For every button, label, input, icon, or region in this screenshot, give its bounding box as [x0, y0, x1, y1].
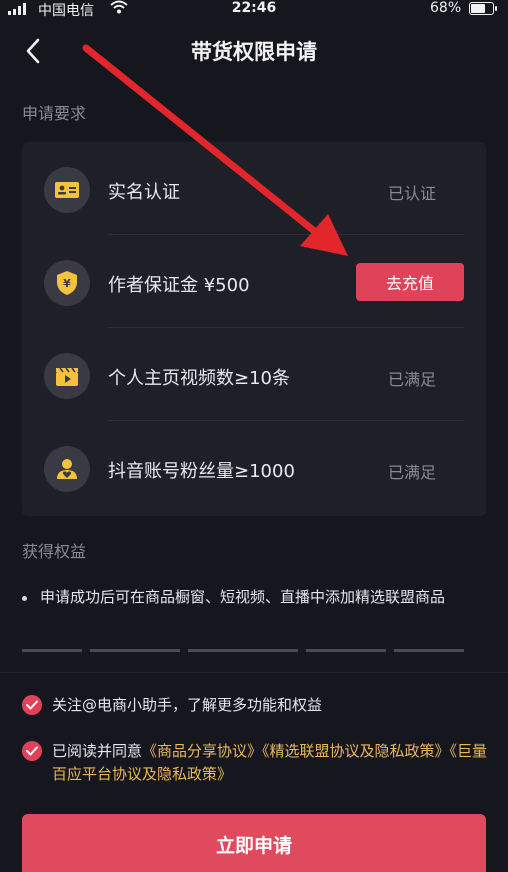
requirement-status: 已认证: [387, 184, 436, 203]
requirement-item-deposit: ¥ 作者保证金 ¥500 去充值: [22, 235, 486, 328]
requirement-status: 已满足: [387, 463, 436, 482]
requirement-item-videos: 个人主页视频数≥10条 已满足: [22, 328, 486, 421]
requirements-section-label: 申请要求: [22, 104, 87, 123]
fans-heart-icon: [44, 446, 90, 492]
requirement-status: 已满足: [387, 370, 436, 389]
id-card-icon: [44, 167, 90, 213]
page-title: 带货权限申请: [191, 40, 317, 64]
terms-agreement-row[interactable]: 已阅读并同意《商品分享协议》《精选联盟协议及隐私政策》《巨量百应平台协议及隐私政…: [22, 740, 492, 786]
recharge-button[interactable]: 去充值: [356, 263, 464, 301]
requirements-card: 实名认证 已认证 ¥ 作者保证金 ¥500 去充值 个人主页视频数≥10条 已满…: [22, 142, 486, 516]
follow-text: 关注@电商小助手，了解更多功能和权益: [52, 696, 323, 714]
benefits-section-label: 获得权益: [22, 542, 87, 561]
yuan-shield-icon: ¥: [44, 260, 90, 306]
apply-now-button[interactable]: 立即申请: [22, 814, 486, 872]
divider: [0, 672, 508, 673]
faded-text-line: [22, 640, 482, 658]
product-share-agreement-link[interactable]: 《商品分享协议》: [142, 742, 262, 760]
requirement-label: 作者保证金 ¥500: [108, 275, 250, 296]
video-clapper-icon: [44, 353, 90, 399]
nav-bar: 带货权限申请: [0, 26, 508, 76]
checkmark-icon[interactable]: [22, 695, 42, 715]
read-prefix: 已阅读并同意: [52, 742, 143, 760]
svg-text:¥: ¥: [63, 277, 71, 290]
requirement-label: 抖音账号粉丝量≥1000: [108, 461, 295, 482]
checkmark-icon[interactable]: [22, 741, 42, 761]
follow-agreement-row[interactable]: 关注@电商小助手，了解更多功能和权益: [22, 694, 492, 717]
benefit-item: 申请成功后可在商品橱窗、短视频、直播中添加精选联盟商品: [22, 586, 482, 609]
battery-icon: [469, 2, 497, 15]
requirement-label: 个人主页视频数≥10条: [108, 368, 290, 389]
battery-percentage: 68%: [430, 0, 462, 16]
requirement-item-fans: 抖音账号粉丝量≥1000 已满足: [22, 421, 486, 514]
status-bar: 中国电信 22:46 68%: [0, 0, 508, 19]
requirement-item-real-name: 实名认证 已认证: [22, 142, 486, 235]
requirement-label: 实名认证: [108, 182, 180, 203]
battery-fill: [471, 4, 485, 13]
alliance-agreement-link[interactable]: 《精选联盟协议及隐私政策》: [262, 742, 450, 760]
